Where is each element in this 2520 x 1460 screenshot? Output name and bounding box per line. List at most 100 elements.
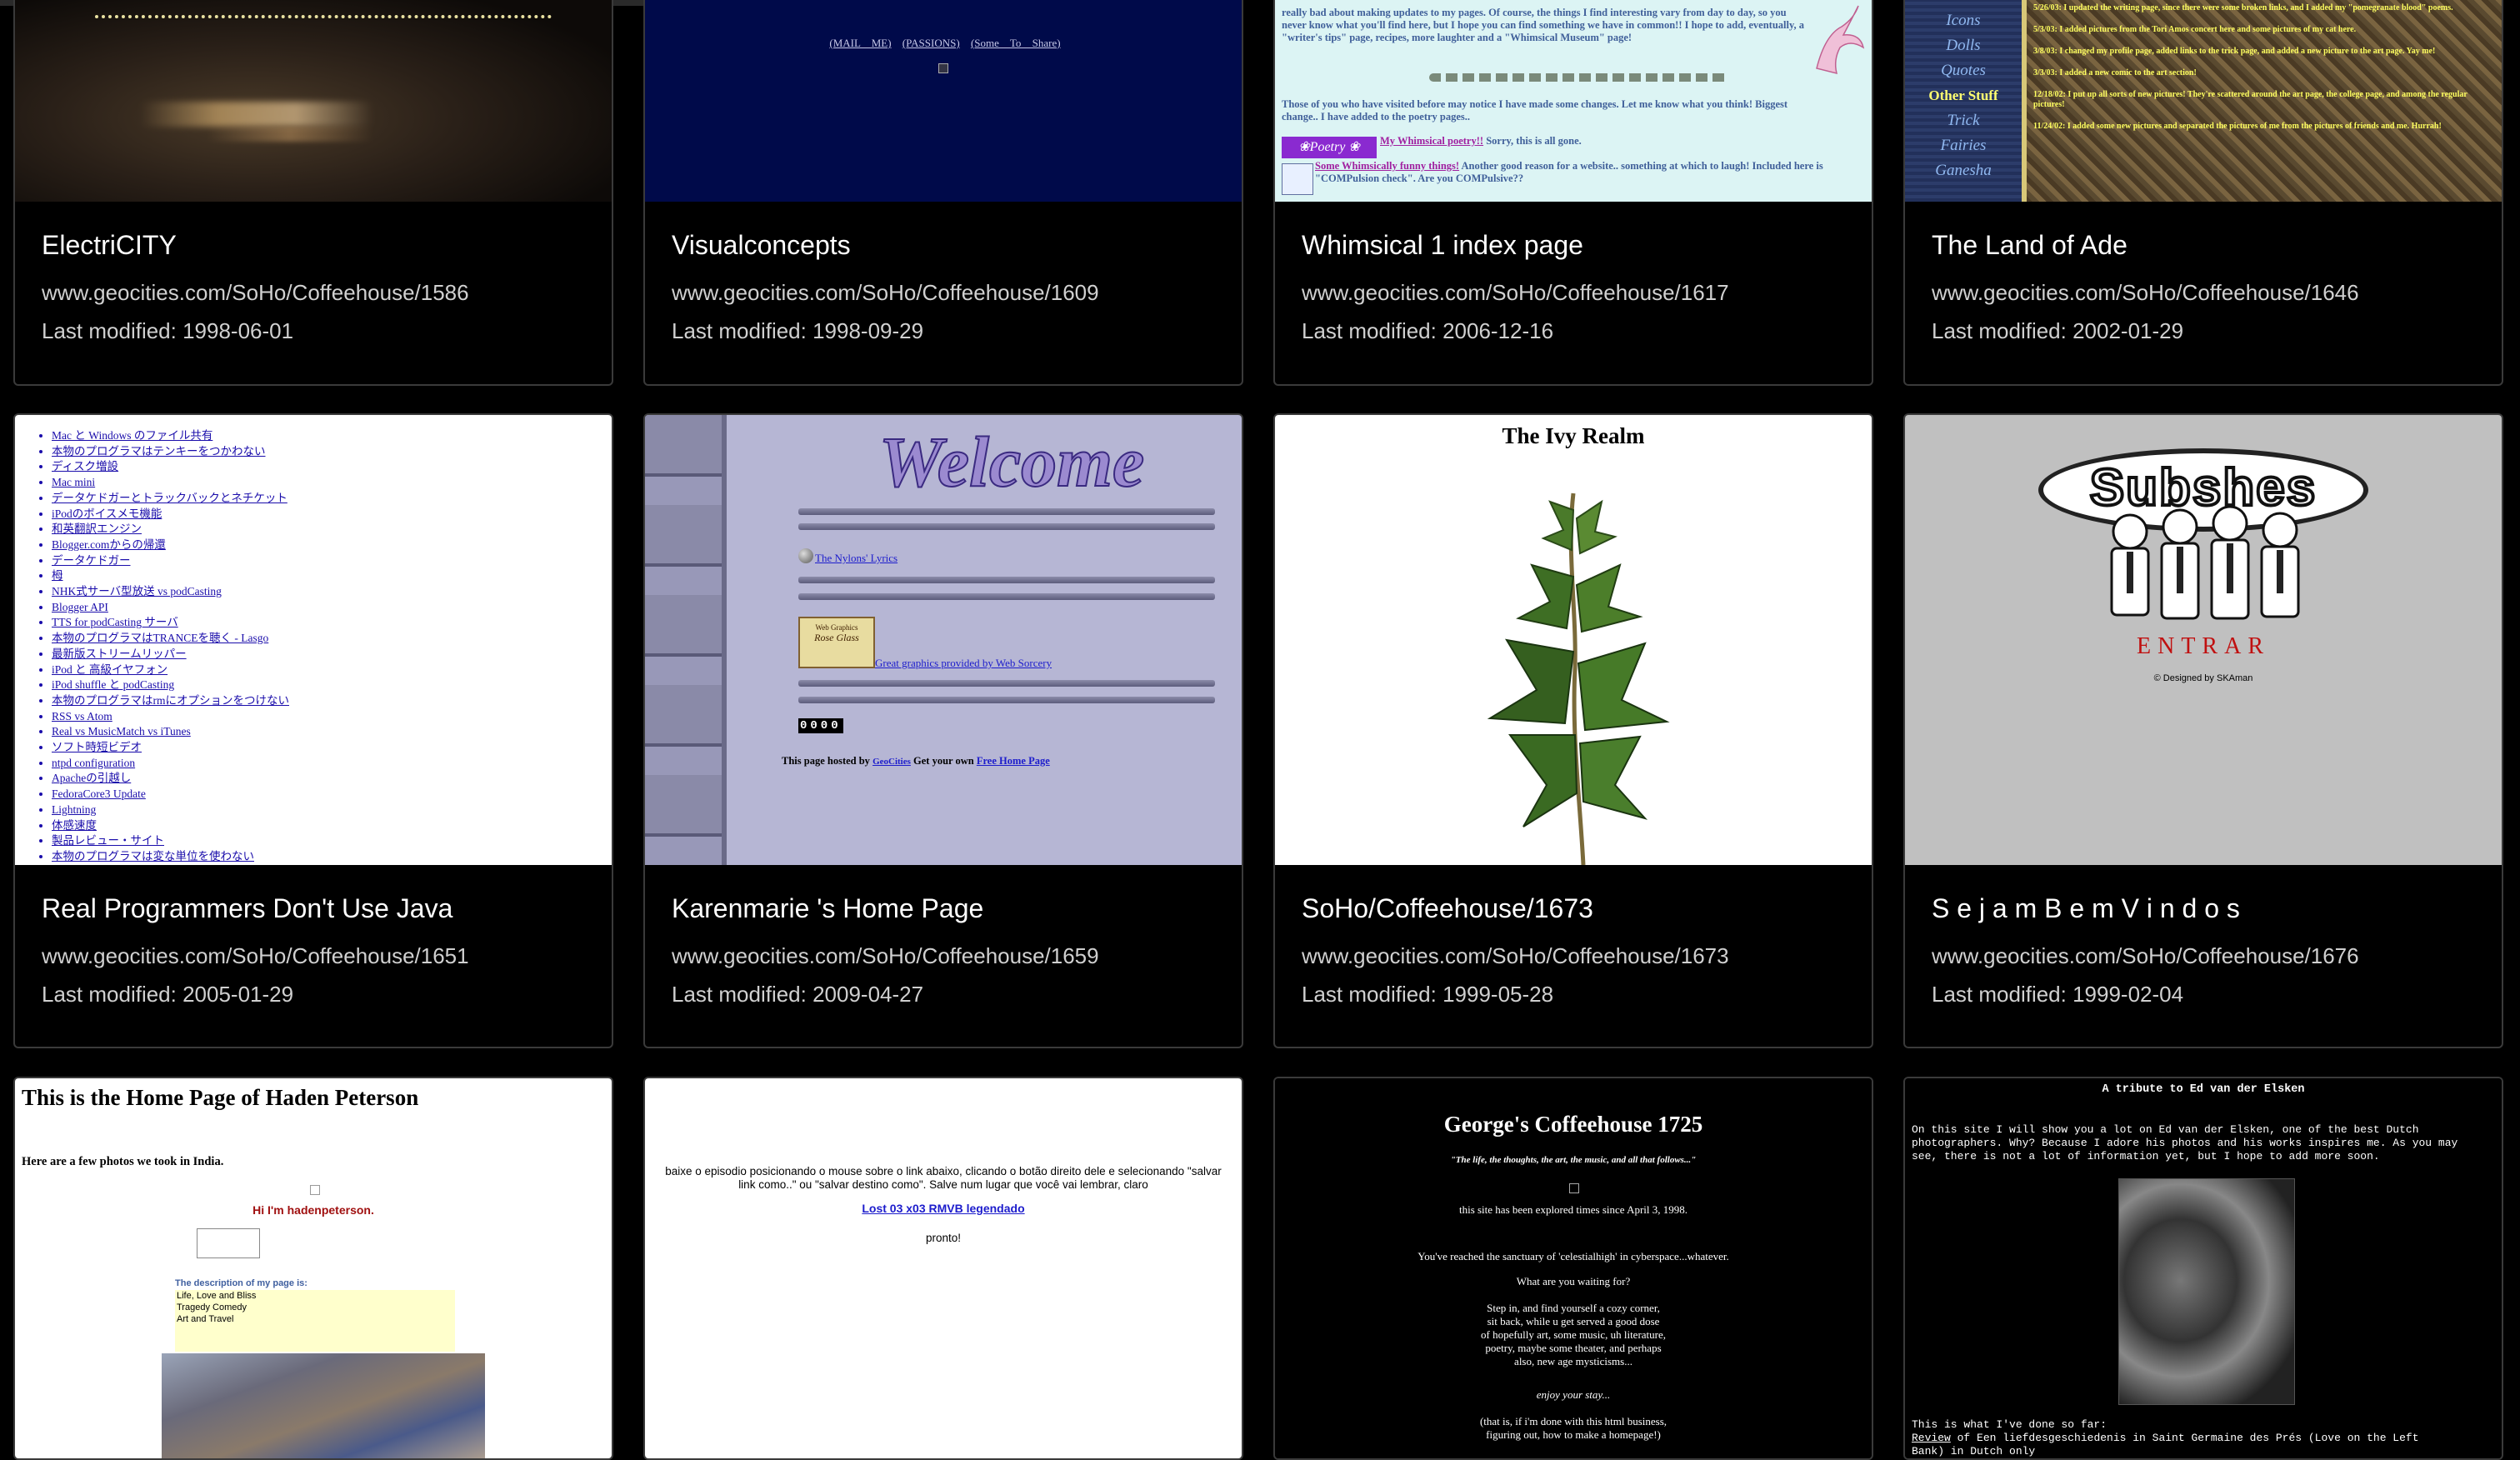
card-modified: Last modified: 2006-12-16 [1302,317,1845,345]
photos-caption: Here are a few photos we took in India. [22,1155,605,1169]
lost-episode-link[interactable]: Lost 03 x03 RMVB legendado [862,1202,1024,1215]
article-link[interactable]: Mac mini [52,475,612,491]
nav-fairies-link[interactable]: Fairies [1905,133,2022,158]
site-card[interactable]: A tribute to Ed van der Elsken On this s… [1903,1077,2503,1460]
update-item: 5/3/03: I added pictures from the Tori A… [2033,25,2492,35]
card-title[interactable]: Karenmarie 's Home Page [672,890,1215,927]
article-link[interactable]: FedoraCore3 Update [52,787,612,802]
article-link[interactable]: データケドガーとトラックバックとネチケット [52,491,612,507]
article-link[interactable]: Blogger API [52,600,612,616]
nav-icons-link[interactable]: Icons [1905,8,2022,33]
article-link[interactable]: 最新版ストリームリッパー [52,647,612,662]
card-modified: Last modified: 2002-01-29 [1932,317,2475,345]
site-card[interactable]: The Ivy Realm SoHo/Coffeehouse/1673 www.… [1273,413,1873,1048]
article-link[interactable]: Apacheの引越し [52,771,612,787]
step-in-text: Step in, and find yourself a cozy corner… [1275,1302,1872,1368]
nav-trick-link[interactable]: Trick [1905,108,2022,133]
article-link[interactable]: ntpd configuration [52,756,612,772]
site-screenshot: The Ivy Realm [1275,415,1872,865]
card-title[interactable]: Real Programmers Don't Use Java [42,890,585,927]
article-link[interactable]: iPod shuffle と podCasting [52,678,612,693]
card-title[interactable]: Visualconcepts [672,227,1215,263]
dark-photo [15,0,612,202]
geocities-link[interactable]: GeoCities [872,757,911,767]
site-card[interactable]: (MAIL ME) (PASSIONS) (Some To Share) Vis… [643,0,1243,386]
card-url: www.geocities.com/SoHo/Coffeehouse/1646 [1932,278,2475,307]
step-line: Step in, and find yourself a cozy corner… [1275,1302,1872,1315]
article-link[interactable]: 体感速度 [52,818,612,834]
card-title[interactable]: SoHo/Coffeehouse/1673 [1302,890,1845,927]
article-link[interactable]: iPodのボイスメモ機能 [52,507,612,522]
site-card[interactable]: ElectriCITY www.geocities.com/SoHo/Coffe… [13,0,613,386]
card-modified: Last modified: 1998-09-29 [672,317,1215,345]
web-sorcery-badge[interactable]: Web Graphics Rose Glass [798,617,875,668]
poetry-link[interactable]: My Whimsical poetry!! [1380,135,1483,147]
article-link[interactable]: 製品レビュー・サイト [52,833,612,849]
funny-link[interactable]: Some Whimsically funny things! [1315,160,1459,172]
site-card[interactable]: really bad about making updates to my pa… [1273,0,1873,386]
site-card[interactable]: This is the Home Page of Haden Peterson … [13,1077,613,1460]
article-link[interactable]: データケドガー [52,553,612,569]
site-card[interactable]: Icons Dolls Quotes Other Stuff Trick Fai… [1903,0,2503,386]
poetry-badge: ❀Poetry ❀ [1282,137,1377,158]
site-card[interactable]: Welcome The Nylons' Lyrics Web Graphics … [643,413,1243,1048]
article-link[interactable]: 本物のプログラマはTRANCEを聴く - Lasgo [52,631,612,647]
decorative-left-border [645,415,722,865]
card-url: www.geocities.com/SoHo/Coffeehouse/1673 [1302,942,1845,970]
intro-paragraph: really bad about making updates to my pa… [1282,7,1807,44]
nav-ganesha-link[interactable]: Ganesha [1905,158,2022,183]
george-title: George's Coffeehouse 1725 [1275,1112,1872,1138]
web-sorcery-link[interactable]: Great graphics provided by Web Sorcery [875,657,1052,670]
article-link[interactable]: 和英翻訳エンジン [52,522,612,538]
funny-line: Some Whimsically funny things! Another g… [1315,160,1857,185]
card-title[interactable]: ElectriCITY [42,227,585,263]
free-home-page-link[interactable]: Free Home Page [977,755,1050,767]
article-link[interactable]: 本物のプログラマはrmにオプションをつけない [52,693,612,709]
site-card[interactable]: George's Coffeehouse 1725 "The life, the… [1273,1077,1873,1460]
ade-nav-list: Icons Dolls Quotes Other Stuff Trick Fai… [1905,8,2022,183]
card-title[interactable]: Whimsical 1 index page [1302,227,1845,263]
share-link[interactable]: (Some To Share) [971,37,1061,49]
article-link[interactable]: 本物のプログラマは変な単位を使わない [52,849,612,865]
article-link[interactable]: ソフト時短ビデオ [52,740,612,756]
after-line: figuring out, how to make a homepage!) [1275,1428,1872,1442]
entrar-link[interactable]: ENTRAR [1905,633,2502,660]
article-link[interactable]: 栂 [52,568,612,584]
description-line: Tragedy Comedy [177,1302,453,1313]
card-title[interactable]: S e j a m B e m V i n d o s [1932,890,2475,927]
download-instructions: baixe o episodio posicionando o mouse so… [662,1165,1225,1192]
get-own-text: Get your own [913,755,974,767]
site-card[interactable]: Mac と Windows のファイル共有本物のプログラマはテンキーをつかわない… [13,413,613,1048]
nylons-lyrics-link[interactable]: The Nylons' Lyrics [815,552,898,565]
card-title[interactable]: The Land of Ade [1932,227,2475,263]
card-modified: Last modified: 2009-04-27 [672,980,1215,1008]
changes-paragraph: Those of you who have visited before may… [1282,98,1823,123]
after-line: (that is, if i'm done with this html bus… [1275,1415,1872,1428]
site-card[interactable]: Subshes ENTRAR © Designed by SKAman S e … [1903,413,2503,1048]
article-link[interactable]: RSS vs Atom [52,709,612,725]
article-link[interactable]: Lightning [52,802,612,818]
review-link[interactable]: Review [1912,1432,1951,1444]
designer-credit: © Designed by SKAman [1905,673,2502,683]
horizontal-rule [798,680,1215,687]
broken-image-icon [938,63,948,73]
article-link[interactable]: iPod と 高級イヤフォン [52,662,612,678]
mail-me-link[interactable]: (MAIL ME) [829,37,891,49]
card-url: www.geocities.com/SoHo/Coffeehouse/1617 [1302,278,1845,307]
article-link[interactable]: Blogger.comからの帰還 [52,538,612,553]
sanctuary-text: You've reached the sanctuary of 'celesti… [1275,1250,1872,1263]
passions-link[interactable]: (PASSIONS) [902,37,960,49]
article-link[interactable]: Mac と Windows のファイル共有 [52,428,612,444]
badge-subtitle: Rose Glass [800,632,873,644]
article-link[interactable]: Real vs MusicMatch vs iTunes [52,724,612,740]
update-item: 3/3/03: I added a new comic to the art s… [2033,68,2492,78]
site-screenshot: A tribute to Ed van der Elsken On this s… [1905,1078,2502,1460]
nav-quotes-link[interactable]: Quotes [1905,58,2022,83]
article-link[interactable]: NHK式サーバ型放送 vs podCasting [52,584,612,600]
update-item: 11/24/02: I added some new pictures and … [2033,122,2492,132]
article-link[interactable]: TTS for podCasting サーバ [52,615,612,631]
site-card[interactable]: baixe o episodio posicionando o mouse so… [643,1077,1243,1460]
article-link[interactable]: 本物のプログラマはテンキーをつかわない [52,444,612,460]
article-link[interactable]: ディスク増設 [52,459,612,475]
nav-dolls-link[interactable]: Dolls [1905,33,2022,58]
